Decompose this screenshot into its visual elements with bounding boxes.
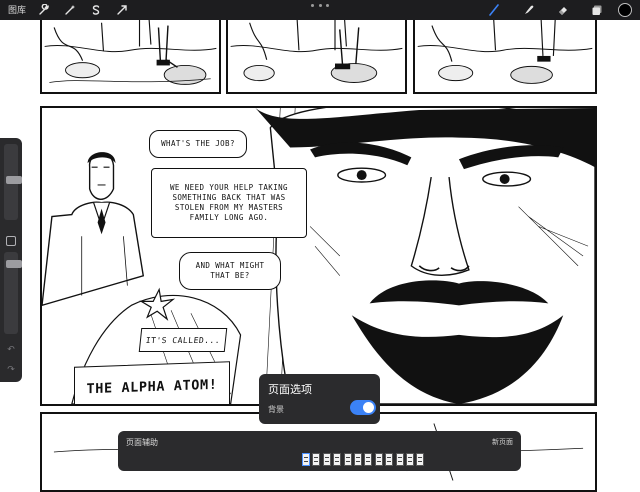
brush-icon[interactable] [486, 2, 502, 18]
comic-panel-top-middle [226, 16, 407, 94]
page-thumbnail[interactable] [302, 453, 310, 466]
page-assist-label: 页面辅助 [126, 438, 158, 447]
left-sidebar: ↶ ↷ [0, 138, 22, 382]
page-thumbnail[interactable] [395, 453, 404, 466]
magic-wand-icon[interactable] [62, 2, 78, 18]
page-thumbnail[interactable] [343, 453, 352, 466]
top-toolbar: 图库 [0, 0, 640, 20]
page-thumbnail[interactable] [406, 453, 414, 466]
brush-size-slider[interactable] [4, 144, 22, 220]
page-thumbnail[interactable] [322, 453, 331, 466]
page-options-popover: 页面选项 背景 [259, 374, 380, 424]
caption-its-called: IT'S CALLED... [138, 328, 228, 352]
page-options-title: 页面选项 [268, 384, 312, 396]
speech-balloon-we-need-your-help: WE NEED YOUR HELP TAKING SOMETHING BACK … [151, 168, 307, 238]
caption-the-alpha-atom: THE ALPHA ATOM! [74, 361, 230, 404]
page-thumbnail[interactable] [354, 453, 362, 466]
selection-icon[interactable] [88, 2, 104, 18]
wrench-icon[interactable] [36, 2, 52, 18]
redo-icon[interactable]: ↷ [5, 364, 17, 374]
transform-icon[interactable] [114, 2, 130, 18]
page-thumbnail[interactable] [312, 453, 321, 466]
brush-size-thumb[interactable] [6, 176, 22, 184]
layers-icon[interactable] [589, 2, 605, 18]
page-thumbnail[interactable] [333, 453, 342, 466]
page-thumbnail-strip [118, 450, 521, 471]
page-assist-bar: 页面辅助 新页面 [118, 431, 521, 471]
brush-opacity-thumb[interactable] [6, 260, 22, 268]
background-label: 背景 [268, 405, 284, 414]
page-thumbnail[interactable] [364, 453, 373, 466]
new-page-button[interactable]: 新页面 [492, 437, 513, 447]
toggle-knob [363, 402, 374, 413]
undo-icon[interactable]: ↶ [5, 344, 17, 354]
eyedropper-button[interactable] [6, 236, 16, 246]
background-toggle[interactable] [350, 400, 376, 415]
page-thumbnail[interactable] [385, 453, 394, 466]
color-swatch-button[interactable] [618, 3, 632, 17]
brush-opacity-slider[interactable] [4, 252, 22, 334]
eraser-icon[interactable] [555, 2, 571, 18]
speech-balloon-what-might-that-be: AND WHAT MIGHT THAT BE? [179, 252, 281, 290]
page-thumbnail[interactable] [416, 453, 425, 466]
comic-panel-top-left [40, 16, 221, 94]
page-thumbnail[interactable] [374, 453, 383, 466]
gallery-button[interactable]: 图库 [8, 3, 26, 16]
comic-panel-top-right [413, 16, 597, 94]
comic-panel-main: WHAT'S THE JOB? WE NEED YOUR HELP TAKING… [40, 106, 597, 406]
speech-balloon-whats-the-job: WHAT'S THE JOB? [149, 130, 247, 158]
toolbar-grabber[interactable] [311, 2, 329, 8]
smudge-icon[interactable] [521, 2, 537, 18]
